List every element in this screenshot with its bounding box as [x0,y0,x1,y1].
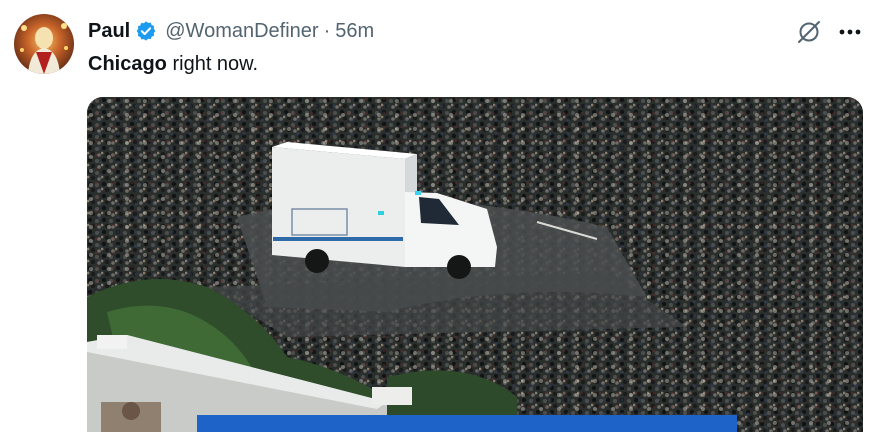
separator-dot: · [323,19,331,42]
author-name[interactable]: Paul [88,20,130,43]
verified-badge-icon[interactable] [135,20,157,42]
tweet-text-bold[interactable]: Chicago [88,53,167,75]
tweet-media-image[interactable] [87,97,863,432]
crowd-aerial-photo [87,97,863,432]
tweet-timestamp[interactable]: 56m [335,20,374,43]
tweet[interactable]: Paul @WomanDefiner · 56m Chicago right n… [0,0,893,432]
tweet-text: Chicago right now. [88,52,258,76]
author-handle[interactable]: @WomanDefiner [165,20,318,43]
more-options-icon[interactable] [836,19,864,45]
grok-icon[interactable] [796,19,822,45]
tweet-header: Paul @WomanDefiner · 56m [88,18,374,44]
avatar[interactable] [14,14,74,74]
tweet-text-rest: right now. [166,53,259,75]
avatar-image [14,14,74,74]
